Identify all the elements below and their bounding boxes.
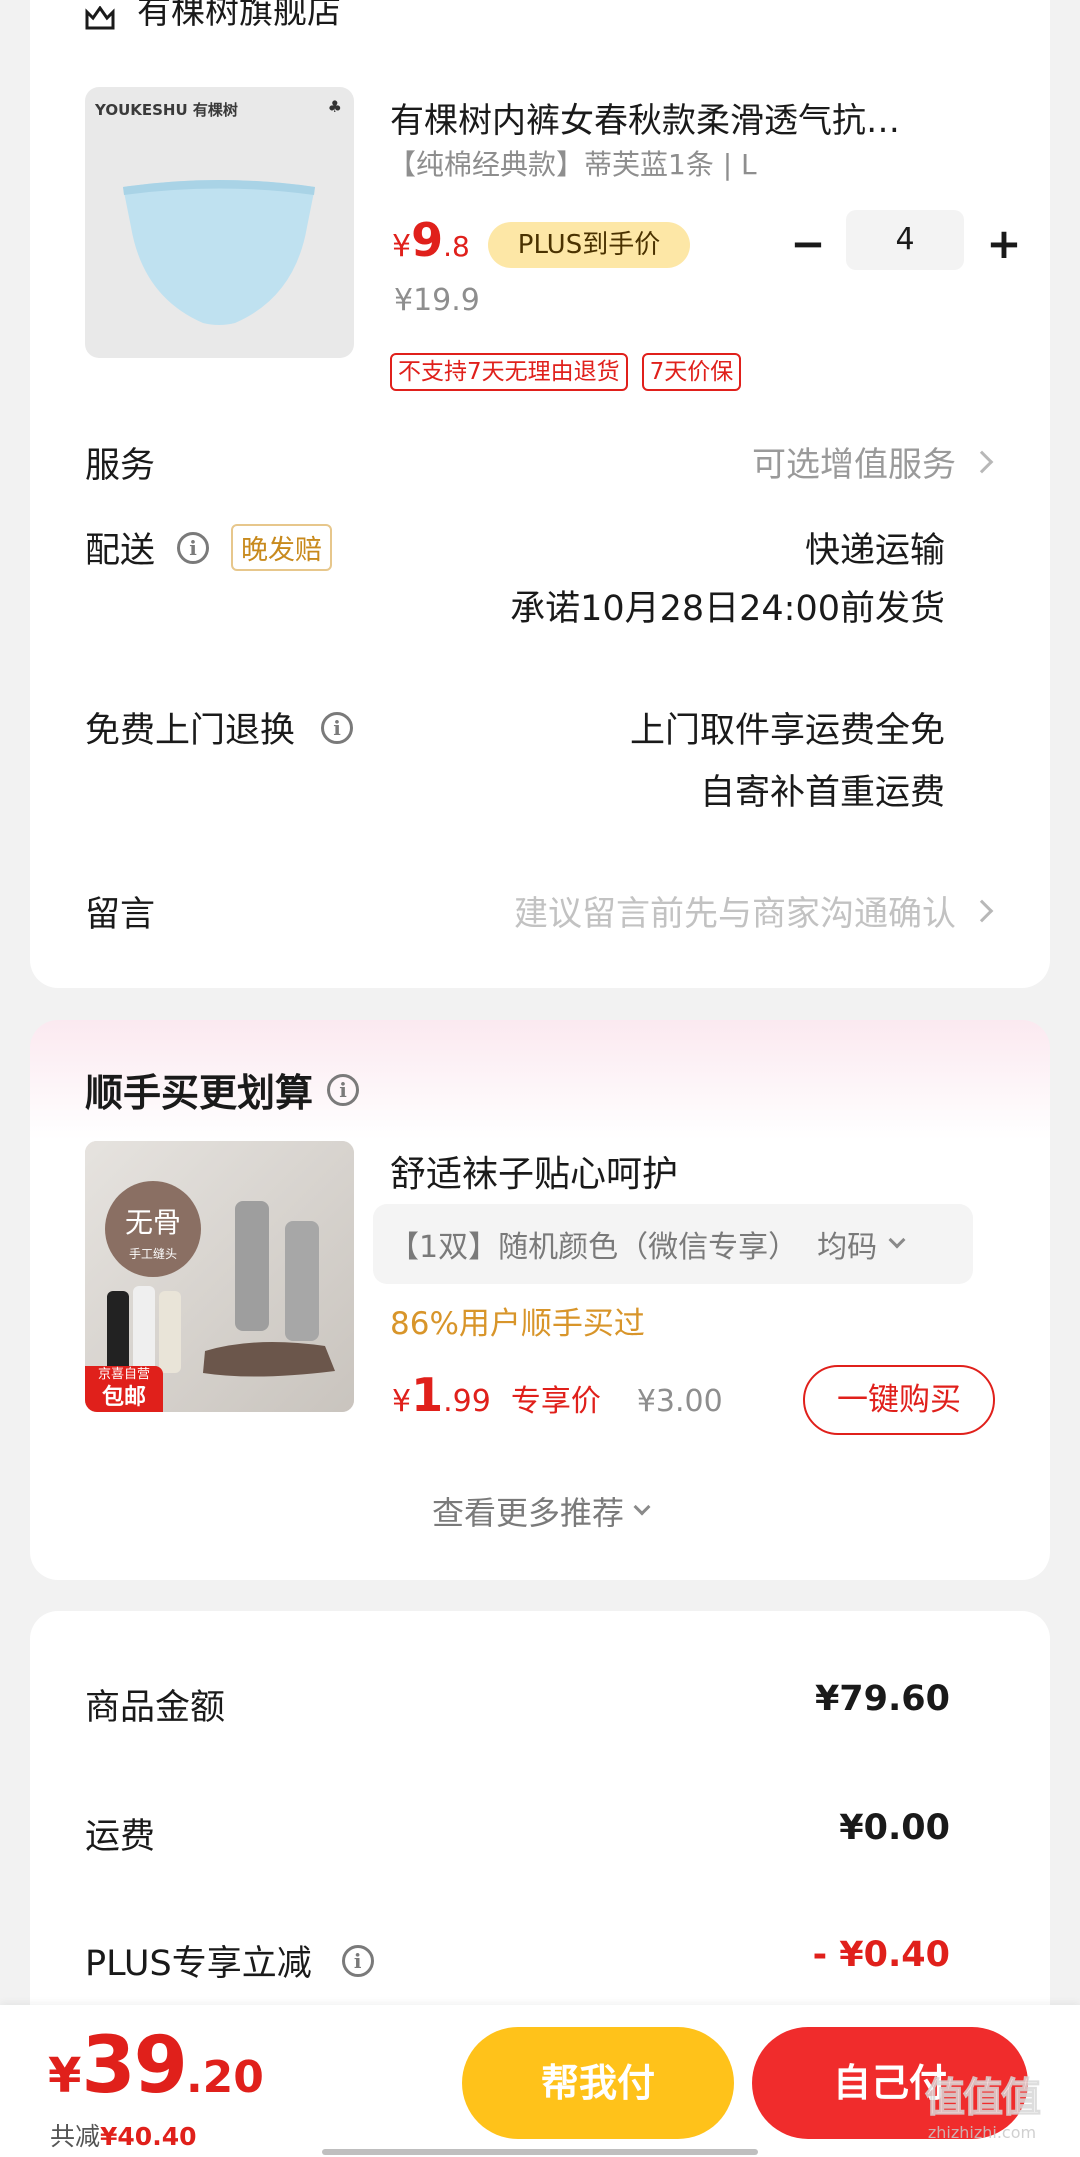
addon-product-title[interactable]: 舒适袜子贴心呵护	[390, 1145, 678, 1197]
addon-original-price: ¥3.00	[636, 1384, 723, 1419]
total-symbol: ¥	[48, 2048, 82, 2104]
watermark-sub: zhizhizhi.com	[927, 2123, 1037, 2142]
product-tags: 不支持7天无理由退货 7天价保	[390, 353, 742, 391]
product-title[interactable]: 有棵树内裤女春秋款柔滑透气抗…	[390, 93, 1000, 142]
info-icon[interactable]: i	[177, 531, 210, 564]
free-return-line2: 自寄补首重运费	[699, 773, 945, 813]
info-icon[interactable]: i	[327, 1073, 360, 1106]
summary-value-goods: ¥79.60	[814, 1679, 950, 1719]
summary-value-shipping: ¥0.00	[839, 1808, 950, 1848]
help-pay-button[interactable]: 帮我付	[462, 2027, 734, 2139]
quantity-decrease-button[interactable]: −	[780, 216, 836, 272]
late-delivery-badge: 晚发赔	[231, 524, 333, 571]
chevron-right-icon	[970, 899, 994, 922]
addon-spec-selector[interactable]: 【1双】随机颜色（微信专享） 均码	[373, 1204, 973, 1284]
info-icon[interactable]: i	[341, 1944, 374, 1977]
free-return-line1: 上门取件享运费全免	[629, 711, 945, 751]
chevron-right-icon	[970, 450, 994, 473]
discount-label: 共减	[50, 2122, 101, 2151]
message-label: 留言	[85, 895, 156, 935]
message-input[interactable]: 建议留言前先与商家沟通确认	[514, 886, 994, 935]
store-icon	[85, 5, 115, 30]
addon-bought-text: 86%用户顺手买过	[390, 1306, 645, 1342]
total-integer: 39	[81, 2021, 188, 2111]
addon-price-integer: 1	[411, 1368, 444, 1422]
no-return-tag: 不支持7天无理由退货	[390, 353, 628, 391]
one-click-buy-button[interactable]: 一键购买	[803, 1365, 995, 1435]
service-selector[interactable]: 可选增值服务	[752, 437, 994, 486]
delivery-label-group: 配送 i 晚发赔	[85, 522, 333, 573]
service-label: 服务	[85, 446, 156, 486]
more-recommendations-link[interactable]: 查看更多推荐	[30, 1488, 1050, 1534]
free-return-label: 免费上门退换	[85, 711, 296, 751]
watermark-main: 值值值	[925, 2075, 1042, 2122]
delivery-promise: 承诺10月28日24:00前发货	[510, 589, 945, 629]
home-indicator	[322, 2149, 758, 2155]
addon-price-decimal: .99	[443, 1384, 491, 1419]
message-placeholder: 建议留言前先与商家沟通确认	[514, 894, 956, 934]
chevron-down-icon	[888, 1231, 906, 1249]
summary-plus-discount-group: PLUS专享立减 i	[85, 1935, 374, 1986]
original-price: ¥19.9	[394, 283, 480, 318]
addon-price: ¥ 1 .99 专享价 ¥3.00	[392, 1368, 723, 1422]
more-recommendations-text: 查看更多推荐	[431, 1494, 624, 1532]
delivery-label: 配送	[85, 531, 156, 571]
garment-illustration	[123, 180, 315, 325]
addon-price-symbol: ¥	[392, 1384, 412, 1419]
total-discount: 共减 ¥40.40	[50, 2117, 197, 2153]
service-value: 可选增值服务	[752, 445, 956, 485]
discount-value: ¥40.40	[100, 2122, 197, 2151]
quantity-input[interactable]: 4	[846, 210, 964, 270]
order-item-card: 有棵树旗舰店 YOUKESHU 有棵树 ♣ 有棵树内裤女春秋款柔滑透气抗… 【纯…	[30, 0, 1050, 988]
quantity-increase-button[interactable]: +	[976, 216, 1032, 272]
total-price: ¥ 39 .20	[48, 2021, 264, 2111]
product-image[interactable]: YOUKESHU 有棵树 ♣	[85, 87, 354, 358]
plus-price-badge: PLUS到手价	[488, 222, 690, 268]
free-shipping-badge: 包邮	[101, 1385, 146, 1410]
price-symbol: ¥	[392, 229, 412, 264]
addon-card: 顺手买更划算 i 无骨 手工缝头 京喜自营 包邮 舒适袜子贴心呵护 【1双】随机…	[30, 1020, 1050, 1580]
chevron-down-icon	[633, 1498, 651, 1516]
total-decimal: .20	[185, 2052, 264, 2103]
product-spec[interactable]: 【纯棉经典款】蒂芙蓝1条 | L	[388, 143, 757, 183]
free-return-label-group: 免费上门退换 i	[85, 702, 354, 753]
store-header[interactable]: 有棵树旗舰店	[85, 0, 341, 36]
addon-spec: 【1双】随机颜色（微信专享） 均码	[389, 1230, 878, 1265]
addon-section-title: 顺手买更划算	[85, 1071, 314, 1115]
summary-label-plus: PLUS专享立减	[85, 1944, 312, 1984]
price-protect-tag: 7天价保	[641, 353, 742, 391]
store-name: 有棵树旗舰店	[137, 0, 341, 32]
delivery-method: 快递运输	[804, 531, 945, 571]
info-icon[interactable]: i	[321, 711, 354, 744]
product-price: ¥ 9 .8	[392, 213, 470, 267]
checkout-bar: ¥ 39 .20 共减 ¥40.40 帮我付 自己付 值值值 zhizhizhi…	[0, 2005, 1080, 2157]
summary-label-shipping: 运费	[85, 1817, 156, 1857]
summary-label-goods: 商品金额	[85, 1688, 226, 1728]
jingxi-badge-top: 京喜自营	[97, 1367, 150, 1382]
watermark: 值值值 zhizhizhi.com	[925, 2065, 1042, 2143]
jingxi-badge: 京喜自营 包邮	[85, 1366, 163, 1412]
addon-header: 顺手买更划算 i	[85, 1062, 360, 1117]
addon-price-tag: 专享价	[510, 1384, 601, 1419]
price-decimal: .8	[443, 230, 470, 263]
addon-product-image[interactable]: 无骨 手工缝头 京喜自营 包邮	[85, 1141, 354, 1412]
price-integer: 9	[411, 213, 444, 267]
summary-value-plus: - ¥0.40	[812, 1935, 950, 1975]
